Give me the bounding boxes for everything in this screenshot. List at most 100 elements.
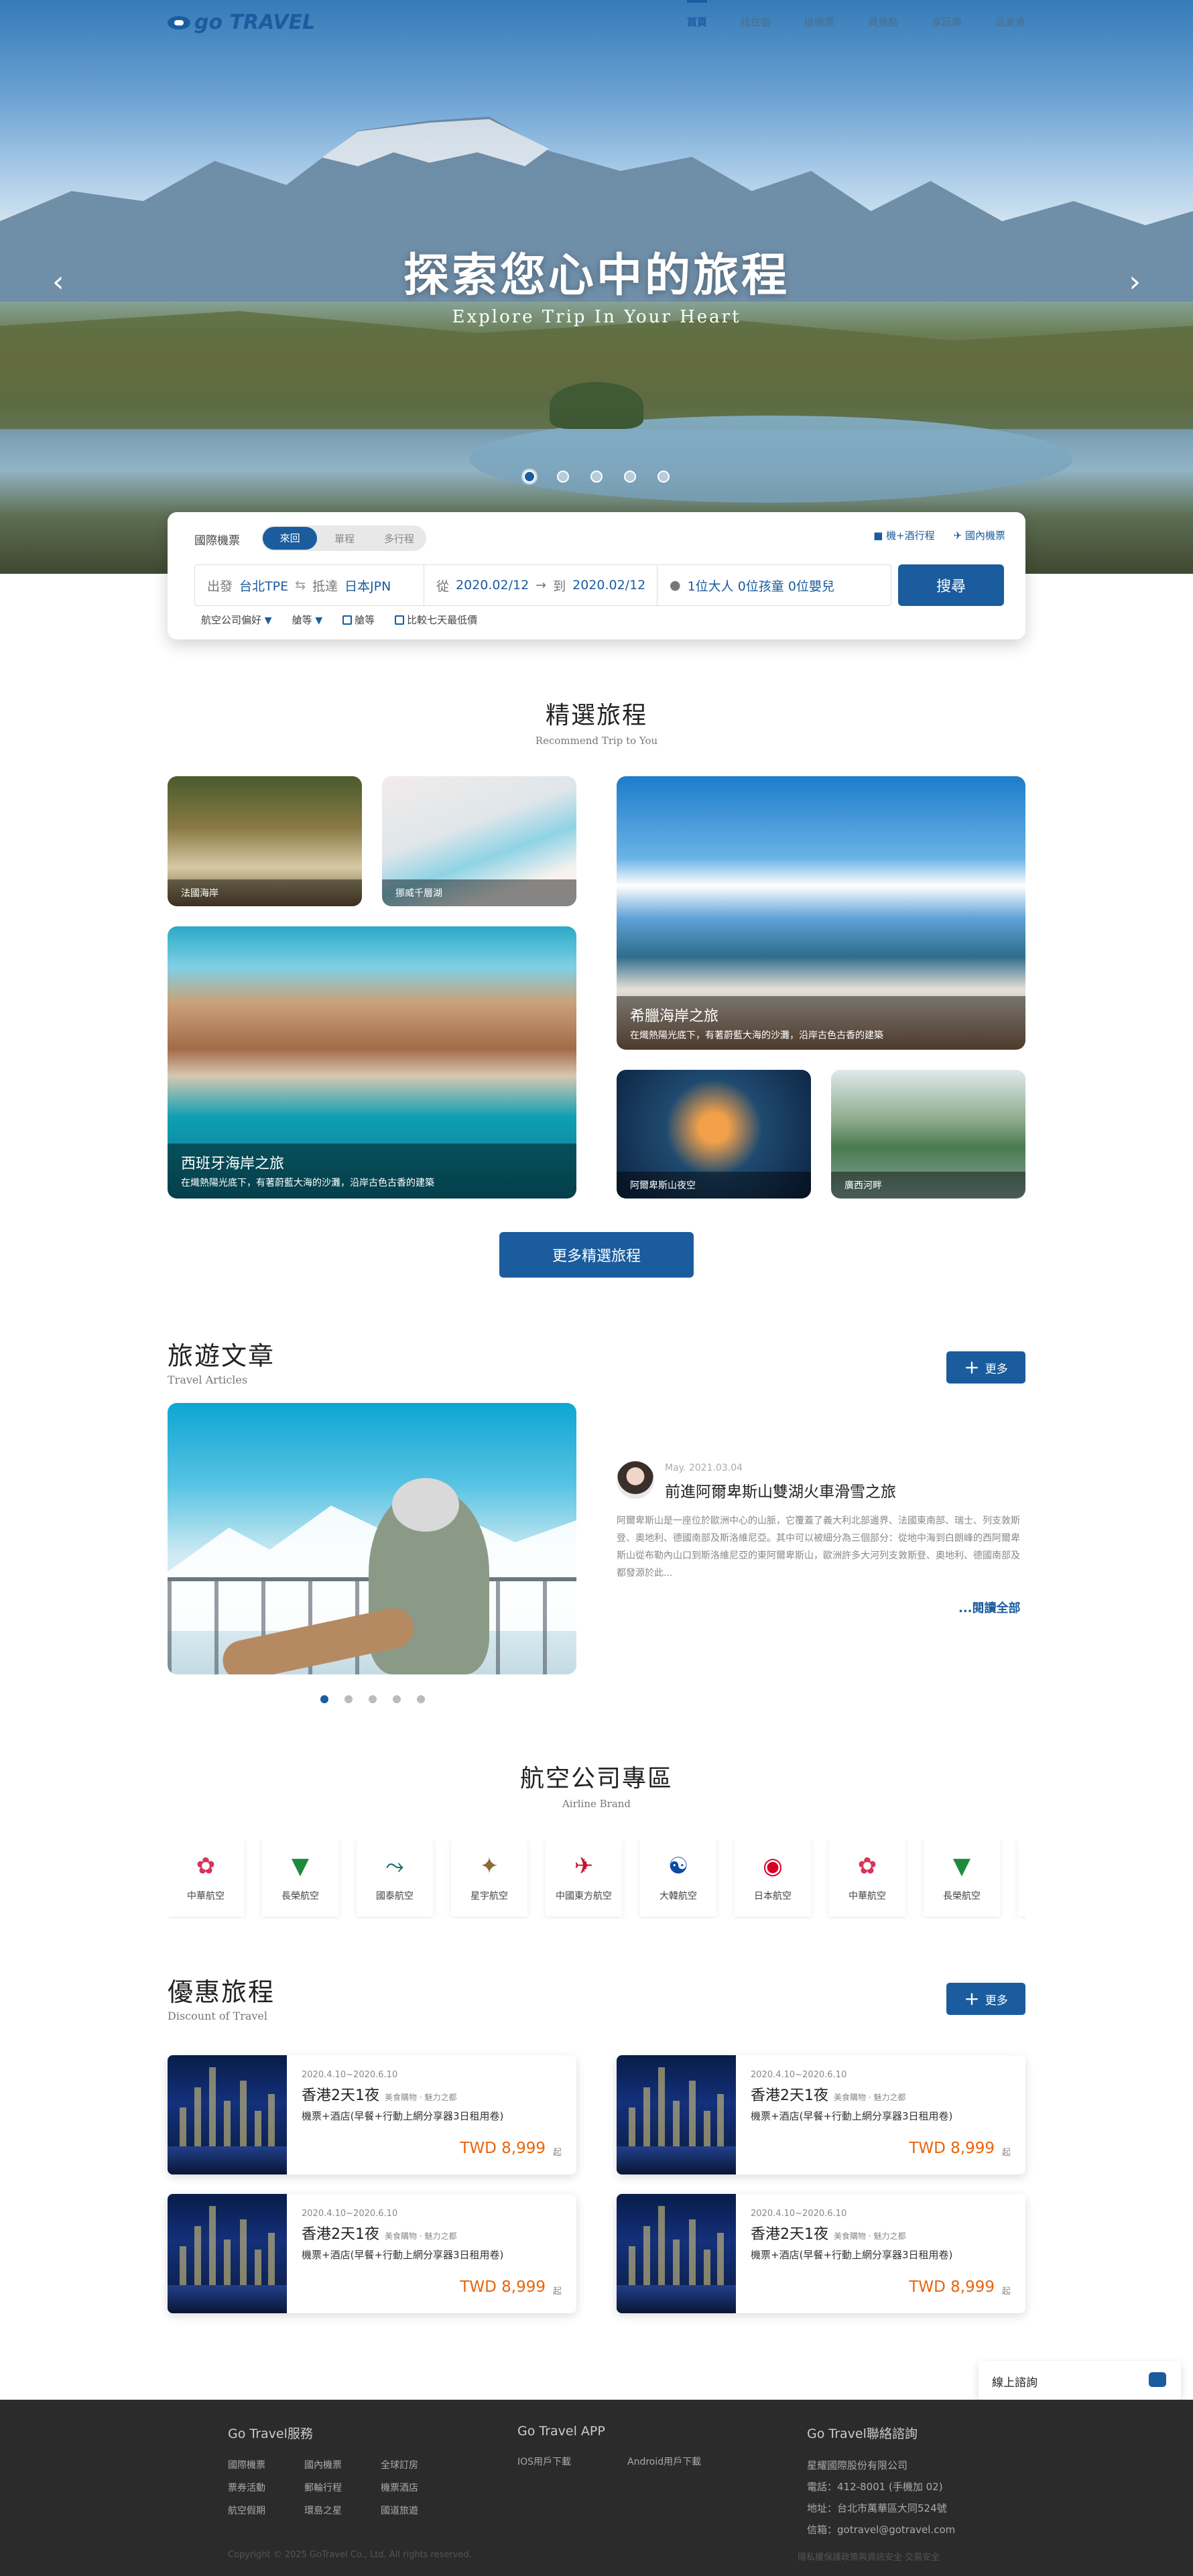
swap-icon[interactable]: ⇆	[295, 578, 306, 593]
deal-card[interactable]: 2020.4.10~2020.6.10 香港2天1夜 美食購物 · 魅力之都 機票+酒…	[617, 2055, 1025, 2174]
carousel-dot[interactable]	[523, 471, 536, 483]
more-featured-button[interactable]: 更多精選旅程	[499, 1232, 694, 1278]
skyline-building	[673, 2240, 680, 2286]
deal-card[interactable]: 2020.4.10~2020.6.10 香港2天1夜 美食購物 · 魅力之都 機票+酒…	[617, 2194, 1025, 2313]
company-name: 星耀國際股份有限公司	[807, 2459, 908, 2471]
deal-card[interactable]: 2020.4.10~2020.6.10 香港2天1夜 美食購物 · 魅力之都 機票+酒…	[168, 2055, 576, 2174]
airline-brand-card[interactable]: ▼ 長榮航空	[262, 1839, 338, 1916]
nav-flights[interactable]: 搶機票	[804, 15, 834, 34]
carousel-dot[interactable]	[624, 471, 636, 483]
footer-link[interactable]: 國道旅遊	[381, 2504, 434, 2517]
nav-activities[interactable]: 享玩樂	[932, 15, 962, 34]
deals-more-button[interactable]: + 更多	[946, 1983, 1025, 2015]
deal-price: TWD 8,999	[909, 2278, 995, 2296]
airline-brand-card[interactable]: ☯ 大韓航空	[640, 1839, 716, 1916]
footer-link[interactable]: 航空假期	[228, 2504, 281, 2517]
ios-download-link[interactable]: IOS用戶下載	[517, 2455, 605, 2468]
airline-brand-card[interactable]: ▼ 長榮航空	[924, 1839, 1000, 1916]
trip-card-alps-night[interactable]: 阿爾卑斯山夜空	[617, 1070, 811, 1199]
plane-icon: ✈	[953, 530, 965, 542]
cabin-class-select[interactable]: 艙等 ▼	[292, 613, 323, 627]
footer-app-links: IOS用戶下載 Android用戶下載	[517, 2455, 714, 2468]
article-image[interactable]	[168, 1403, 576, 1674]
plane-logo-icon	[168, 15, 190, 29]
cabin-checkbox[interactable]: 艙等	[342, 613, 375, 627]
trip-card-greece[interactable]: 希臘海岸之旅 在熾熱陽光底下，有著蔚藍大海的沙灘，沿岸古色古香的建築	[617, 776, 1025, 1050]
nav-food[interactable]: 品美食	[995, 15, 1025, 34]
skyline-building	[629, 2246, 635, 2286]
evergreen-icon: ▼	[291, 1853, 310, 1880]
trip-type-roundtrip[interactable]: 來回	[263, 527, 318, 550]
trip-card-france[interactable]: 法國海岸	[168, 776, 362, 906]
trip-card-guangxi[interactable]: 廣西河畔	[831, 1070, 1025, 1199]
logo[interactable]: go TRAVEL	[168, 11, 315, 34]
carousel-dot[interactable]	[590, 471, 603, 483]
deal-date: 2020.4.10~2020.6.10	[751, 2070, 847, 2080]
search-button[interactable]: 搜尋	[898, 564, 1004, 606]
airline-preference-select[interactable]: 航空公司偏好 ▼	[201, 613, 272, 627]
airline-brand-card-partial[interactable]	[1018, 1839, 1025, 1916]
footer-link[interactable]: 票券活動	[228, 2481, 281, 2494]
footer-link[interactable]: 國內機票	[304, 2458, 358, 2471]
footer-link[interactable]: 機票酒店	[381, 2481, 434, 2494]
footer-link[interactable]: 國際機票	[228, 2458, 281, 2471]
nav-hotel[interactable]: 找住宿	[741, 15, 771, 34]
deal-card[interactable]: 2020.4.10~2020.6.10 香港2天1夜 美食購物 · 魅力之都 機票+酒…	[168, 2194, 576, 2313]
route-field[interactable]: 出發 台北TPE ⇆ 抵達 日本JPN	[195, 565, 424, 605]
article-headline[interactable]: 前進阿爾卑斯山雙湖火車滑雪之旅	[665, 1479, 896, 1501]
article-dot[interactable]	[320, 1695, 328, 1703]
airline-brand-card[interactable]: ✿ 中華航空	[168, 1839, 244, 1916]
airline-brand-card[interactable]: ◉ 日本航空	[735, 1839, 811, 1916]
articles-more-button[interactable]: + 更多	[946, 1351, 1025, 1384]
trip-card-norway[interactable]: 挪威千層湖	[382, 776, 576, 906]
airline-name: 日本航空	[754, 1891, 792, 1902]
trip-type-toggle: 來回 單程 多行程	[261, 526, 426, 551]
article-dot[interactable]	[393, 1695, 401, 1703]
carousel-prev-icon[interactable]: ‹	[52, 265, 64, 299]
date-field[interactable]: 從 2020.02/12 → 到 2020.02/12	[424, 565, 657, 605]
airline-brand-card[interactable]: ⤳ 國泰航空	[357, 1839, 433, 1916]
featured-subtitle: Recommend Trip to You	[535, 735, 658, 747]
deal-tags: 美食購物 · 魅力之都	[834, 2093, 906, 2102]
cabin-checkbox-label: 艙等	[355, 614, 375, 626]
hotel-package-link[interactable]: ■ 機+酒行程	[873, 528, 935, 542]
read-all-link[interactable]: ...閱讀全部	[958, 1599, 1021, 1616]
domestic-flight-link[interactable]: ✈ 國內機票	[954, 528, 1005, 542]
date-from-value: 2020.02/12	[456, 578, 529, 593]
carousel-dot[interactable]	[557, 471, 569, 483]
airline-brand-card[interactable]: ✿ 中華航空	[829, 1839, 905, 1916]
article-dot[interactable]	[369, 1695, 377, 1703]
to-value: 日本JPN	[344, 578, 391, 594]
footer-link[interactable]: 環島之星	[304, 2504, 358, 2517]
nav-attractions[interactable]: 買景點	[868, 15, 898, 34]
skyline-building	[224, 2240, 231, 2286]
android-download-link[interactable]: Android用戶下載	[627, 2455, 714, 2468]
airline-brand-card[interactable]: ✦ 星宇航空	[451, 1839, 527, 1916]
carousel-next-icon[interactable]: ›	[1129, 265, 1141, 299]
passenger-field[interactable]: ● 1位大人 0位孩童 0位嬰兒	[657, 565, 846, 605]
articles-more-label: 更多	[985, 1362, 1008, 1376]
article-dot[interactable]	[344, 1695, 353, 1703]
nav-home[interactable]: 首頁	[686, 0, 707, 34]
domestic-flight-label: 國內機票	[964, 530, 1005, 542]
deal-price: TWD 8,999	[460, 2140, 546, 2157]
from-label: 出發	[207, 578, 233, 594]
article-date: May. 2021.03.04	[665, 1463, 743, 1473]
online-chat-widget[interactable]: 線上諮詢	[979, 2361, 1181, 2400]
airline-name: 長榮航空	[943, 1891, 981, 1902]
airline-brand-card[interactable]: ✈ 中國東方航空	[546, 1839, 622, 1916]
carousel-dot[interactable]	[657, 471, 670, 483]
policy-links[interactable]: 隱私權保護政策與資訊安全 交易安全	[798, 2550, 940, 2563]
footer-link[interactable]: 郵輪行程	[304, 2481, 358, 2494]
footer-contact-title: Go Travel聯絡諮詢	[807, 2427, 918, 2441]
trip-card-spain[interactable]: 西班牙海岸之旅 在熾熱陽光底下，有著蔚藍大海的沙灘，沿岸古色古香的建築	[168, 926, 576, 1199]
compare-week-checkbox[interactable]: 比較七天最低價	[395, 613, 477, 627]
article-dot[interactable]	[417, 1695, 425, 1703]
trip-type-oneway[interactable]: 單程	[317, 532, 371, 546]
hero-banner: go TRAVEL 首頁 找住宿 搶機票 買景點 享玩樂 品美食 探索您心中的旅…	[0, 0, 1193, 574]
plus-icon: +	[964, 1356, 980, 1378]
trip-type-multi[interactable]: 多行程	[372, 532, 426, 546]
footer-link[interactable]: 全球訂房	[381, 2458, 434, 2471]
trip-card-desc: 在熾熱陽光底下，有著蔚藍大海的沙灘，沿岸古色古香的建築	[630, 1030, 883, 1041]
article-dots	[320, 1695, 425, 1703]
